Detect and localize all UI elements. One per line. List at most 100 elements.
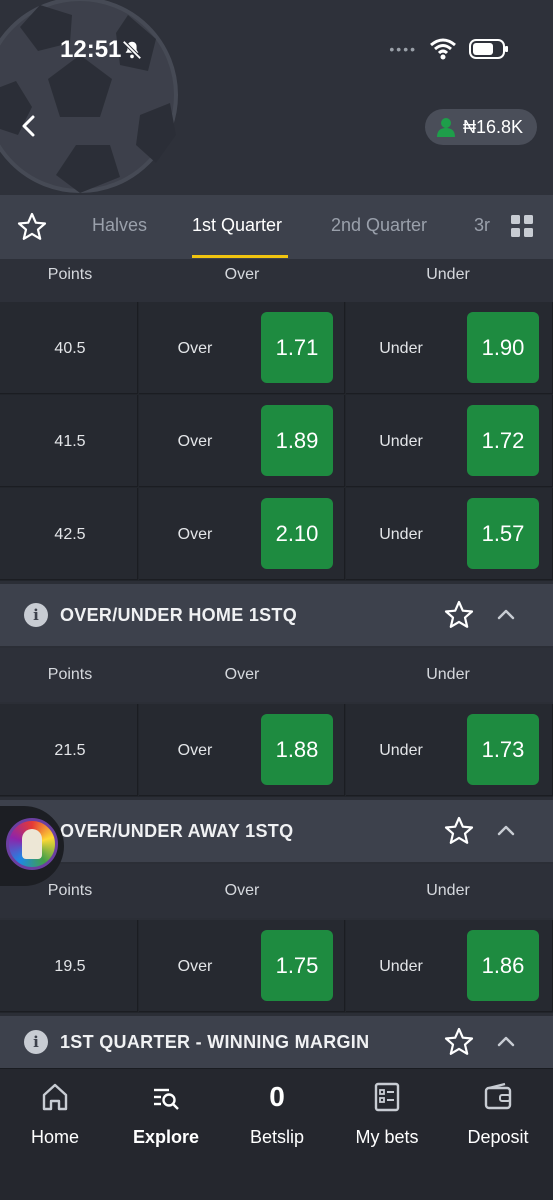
col-points: Points xyxy=(47,882,93,899)
over-odd-button[interactable]: 1.89 xyxy=(261,405,333,476)
under-cell[interactable]: Under 1.72 xyxy=(346,395,553,487)
under-cell[interactable]: Under 1.73 xyxy=(346,704,553,796)
market3-column-head: Points Over Under xyxy=(0,864,553,918)
over-cell[interactable]: Over 1.71 xyxy=(139,302,345,394)
promo-avatar-icon[interactable] xyxy=(6,818,58,870)
nav-deposit-label: Deposit xyxy=(467,1127,529,1147)
market1-column-head: Points Over Under xyxy=(0,259,553,302)
wallet-icon xyxy=(484,1082,512,1110)
app-root: 12:51 •••• ₦16.8K Halves 1st Quarter 2nd… xyxy=(0,0,553,1200)
over-label: Over xyxy=(177,958,213,975)
over-label: Over xyxy=(177,742,213,759)
market-title: 1ST QUARTER - WINNING MARGIN xyxy=(60,1031,370,1052)
nav-betslip[interactable]: 0 Betslip xyxy=(222,1069,332,1200)
points-value: 41.5 xyxy=(54,433,86,450)
under-label: Under xyxy=(379,340,423,357)
under-label: Under xyxy=(379,433,423,450)
under-cell[interactable]: Under 1.57 xyxy=(346,488,553,580)
status-icons: •••• xyxy=(389,38,509,60)
under-label: Under xyxy=(379,958,423,975)
points-cell: 42.5 xyxy=(0,488,138,580)
col-points: Points xyxy=(47,266,93,283)
explore-search-icon xyxy=(154,1088,179,1110)
grid-icon[interactable] xyxy=(511,215,533,237)
market-title: OVER/UNDER HOME 1STQ xyxy=(60,604,298,625)
tab-3rd-quarter[interactable]: 3r xyxy=(474,215,490,236)
tab-2nd-quarter[interactable]: 2nd Quarter xyxy=(331,215,427,236)
over-cell[interactable]: Over 1.88 xyxy=(139,704,345,796)
odds-row: 40.5 Over 1.71 Under 1.90 xyxy=(0,302,553,395)
status-time: 12:51 xyxy=(60,36,122,63)
over-odd-button[interactable]: 2.10 xyxy=(261,498,333,569)
under-odd-button[interactable]: 1.57 xyxy=(467,498,539,569)
odds-row: 21.5 Over 1.88 Under 1.73 xyxy=(0,704,553,797)
points-value: 19.5 xyxy=(54,958,86,975)
nav-mybets[interactable]: My bets xyxy=(332,1069,442,1200)
chevron-up-icon[interactable] xyxy=(495,820,517,842)
soccer-ball-icon xyxy=(0,0,178,193)
col-under: Under xyxy=(426,666,470,683)
wifi-icon xyxy=(430,38,456,60)
points-value: 21.5 xyxy=(54,742,86,759)
nav-mybets-label: My bets xyxy=(355,1127,419,1147)
odds-row: 41.5 Over 1.89 Under 1.72 xyxy=(0,395,553,488)
star-icon[interactable] xyxy=(443,815,475,847)
bottom-nav: Home Explore 0 Betslip My bets Deposit xyxy=(0,1068,553,1200)
points-cell: 41.5 xyxy=(0,395,138,487)
chevron-up-icon[interactable] xyxy=(495,604,517,626)
market2-column-head: Points Over Under xyxy=(0,648,553,702)
col-over: Over xyxy=(224,266,260,283)
user-icon xyxy=(436,118,455,137)
nav-deposit[interactable]: Deposit xyxy=(443,1069,553,1200)
over-label: Over xyxy=(177,433,213,450)
battery-icon xyxy=(469,39,508,59)
over-label: Over xyxy=(177,340,213,357)
over-cell[interactable]: Over 1.89 xyxy=(139,395,345,487)
active-tab-indicator xyxy=(192,255,288,258)
under-cell[interactable]: Under 1.86 xyxy=(346,920,553,1012)
under-odd-button[interactable]: 1.90 xyxy=(467,312,539,383)
col-over: Over xyxy=(224,882,260,899)
info-icon[interactable]: i xyxy=(24,603,48,627)
tab-halves[interactable]: Halves xyxy=(92,215,147,236)
points-value: 42.5 xyxy=(54,526,86,543)
under-odd-button[interactable]: 1.72 xyxy=(467,405,539,476)
nav-explore-label: Explore xyxy=(132,1127,200,1147)
under-odd-button[interactable]: 1.86 xyxy=(467,930,539,1001)
under-odd-button[interactable]: 1.73 xyxy=(467,714,539,785)
over-odd-button[interactable]: 1.71 xyxy=(261,312,333,383)
ticket-list-icon xyxy=(374,1082,400,1112)
odds-row: 42.5 Over 2.10 Under 1.57 xyxy=(0,488,553,581)
points-cell: 40.5 xyxy=(0,302,138,394)
star-icon[interactable] xyxy=(443,1026,475,1058)
nav-explore[interactable]: Explore xyxy=(111,1069,221,1200)
market-header-away-1stq[interactable]: i OVER/UNDER AWAY 1STQ xyxy=(0,800,553,862)
tab-1st-quarter[interactable]: 1st Quarter xyxy=(192,215,282,236)
back-arrow-icon[interactable] xyxy=(14,110,46,142)
market-title: OVER/UNDER AWAY 1STQ xyxy=(60,820,294,841)
market-header-home-1stq[interactable]: i OVER/UNDER HOME 1STQ xyxy=(0,584,553,646)
odds-row: 19.5 Over 1.75 Under 1.86 xyxy=(0,920,553,1013)
betslip-count: 0 xyxy=(269,1081,285,1112)
col-over: Over xyxy=(224,666,260,683)
over-odd-button[interactable]: 1.88 xyxy=(261,714,333,785)
info-icon[interactable]: i xyxy=(24,1030,48,1054)
over-odd-button[interactable]: 1.75 xyxy=(261,930,333,1001)
nav-home[interactable]: Home xyxy=(0,1069,110,1200)
market-header-winning-margin[interactable]: i 1ST QUARTER - WINNING MARGIN xyxy=(0,1016,553,1068)
over-cell[interactable]: Over 1.75 xyxy=(139,920,345,1012)
col-points: Points xyxy=(47,666,93,683)
under-label: Under xyxy=(379,742,423,759)
chevron-up-icon[interactable] xyxy=(495,1031,517,1053)
nav-home-label: Home xyxy=(30,1127,80,1147)
star-icon[interactable] xyxy=(16,211,48,243)
balance-pill[interactable]: ₦16.8K xyxy=(424,109,537,145)
nav-betslip-label: Betslip xyxy=(249,1127,305,1147)
points-value: 40.5 xyxy=(54,340,86,357)
under-cell[interactable]: Under 1.90 xyxy=(346,302,553,394)
over-cell[interactable]: Over 2.10 xyxy=(139,488,345,580)
star-icon[interactable] xyxy=(443,599,475,631)
points-cell: 19.5 xyxy=(0,920,138,1012)
balance-amount: ₦16.8K xyxy=(462,116,523,137)
top-header: 12:51 •••• ₦16.8K xyxy=(0,0,553,195)
